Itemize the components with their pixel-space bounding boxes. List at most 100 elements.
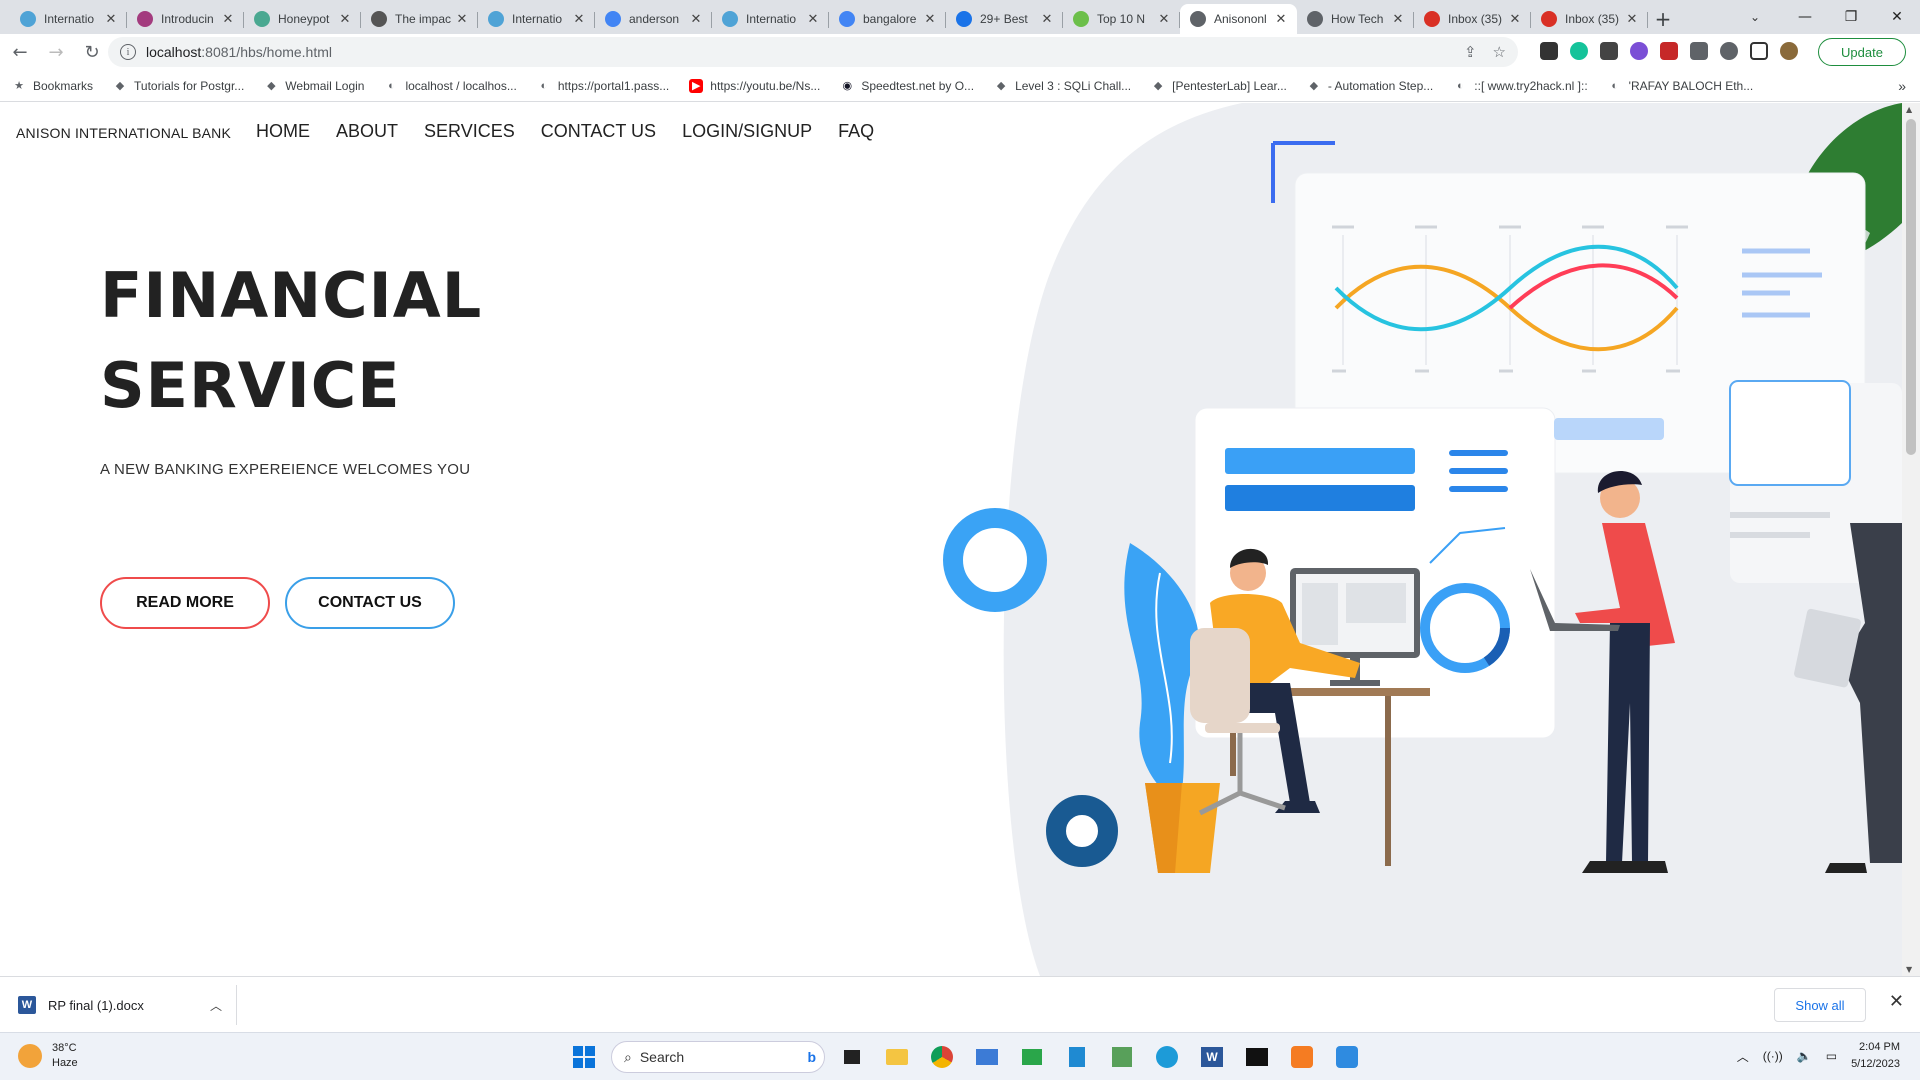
tab-close-icon[interactable]: ✕: [1039, 12, 1055, 27]
bookmark-item[interactable]: ◆ Webmail Login: [264, 79, 364, 93]
nav-services[interactable]: SERVICES: [424, 121, 515, 142]
edge-icon[interactable]: [1149, 1039, 1185, 1075]
download-item[interactable]: W RP final (1).docx ︿: [18, 987, 232, 1023]
reload-icon[interactable]: ↻: [76, 36, 108, 68]
bookmark-item[interactable]: ◆ Tutorials for Postgr...: [113, 79, 245, 93]
browser-tab[interactable]: Inbox (35) ✕: [1531, 4, 1648, 34]
browser-tab[interactable]: anderson ✕: [595, 4, 712, 34]
file-explorer-icon[interactable]: [879, 1039, 915, 1075]
tab-close-icon[interactable]: ✕: [220, 12, 236, 27]
minimize-icon[interactable]: —: [1782, 0, 1828, 34]
scroll-down-icon[interactable]: ▼: [1906, 965, 1912, 974]
extension-icon[interactable]: [1630, 42, 1648, 60]
tab-close-icon[interactable]: ✕: [1624, 12, 1640, 27]
nav-faq[interactable]: FAQ: [838, 121, 874, 142]
notepad-icon[interactable]: [1059, 1039, 1095, 1075]
forward-icon[interactable]: →: [40, 36, 72, 68]
clock[interactable]: 2:04 PM 5/12/2023: [1851, 1039, 1900, 1073]
browser-tab[interactable]: 29+ Best ✕: [946, 4, 1063, 34]
extension-icon[interactable]: [1720, 42, 1738, 60]
contact-us-button[interactable]: CONTACT US: [285, 577, 455, 629]
nav-contact[interactable]: CONTACT US: [541, 121, 656, 142]
nav-home[interactable]: HOME: [256, 121, 310, 142]
side-panel-icon[interactable]: [1750, 42, 1768, 60]
tab-close-icon[interactable]: ✕: [805, 12, 821, 27]
read-more-button[interactable]: READ MORE: [100, 577, 270, 629]
browser-tab[interactable]: Internatio ✕: [10, 4, 127, 34]
nav-about[interactable]: ABOUT: [336, 121, 398, 142]
address-url[interactable]: localhost:8081/hbs/home.html: [146, 44, 332, 60]
nav-login-signup[interactable]: LOGIN/SIGNUP: [682, 121, 812, 142]
windows-start-icon[interactable]: [566, 1039, 602, 1075]
tab-close-icon[interactable]: ✕: [1273, 12, 1289, 27]
tab-close-icon[interactable]: ✕: [922, 12, 938, 27]
bookmark-item[interactable]: ◐::[ www.try2hack.nl ]::: [1453, 79, 1588, 93]
extension-icon[interactable]: [1600, 42, 1618, 60]
puzzle-icon[interactable]: [1690, 42, 1708, 60]
grammarly-icon[interactable]: [1570, 42, 1588, 60]
site-info-icon[interactable]: i: [120, 44, 136, 60]
wifi-icon[interactable]: ((·)): [1763, 1049, 1783, 1063]
update-button[interactable]: Update: [1818, 38, 1906, 66]
extension-icon[interactable]: [1540, 42, 1558, 60]
bookmark-item[interactable]: ◆ Level 3 : SQLi Chall...: [994, 79, 1131, 93]
scrollbar-thumb[interactable]: [1906, 119, 1916, 455]
browser-tab[interactable]: Internatio ✕: [478, 4, 595, 34]
xampp-icon[interactable]: [1284, 1039, 1320, 1075]
bookmark-item[interactable]: ◉ Speedtest.net by O...: [840, 79, 975, 93]
browser-tab[interactable]: Internatio ✕: [712, 4, 829, 34]
tab-close-icon[interactable]: ✕: [454, 12, 470, 27]
browser-tab[interactable]: The impac ✕: [361, 4, 478, 34]
address-bar[interactable]: i localhost:8081/hbs/home.html ⇪ ☆: [108, 37, 1518, 67]
spreadsheet-app-icon[interactable]: [1104, 1039, 1140, 1075]
terminal-icon[interactable]: [1239, 1039, 1275, 1075]
scroll-up-icon[interactable]: ▲: [1906, 105, 1912, 114]
bookmark-item[interactable]: ★ Bookmarks: [12, 79, 93, 93]
close-window-icon[interactable]: ✕: [1874, 0, 1920, 34]
tab-close-icon[interactable]: ✕: [103, 12, 119, 27]
avatar[interactable]: [1780, 42, 1798, 60]
battery-icon[interactable]: ▭: [1826, 1049, 1837, 1063]
chrome-icon[interactable]: [924, 1039, 960, 1075]
restore-icon[interactable]: ❐: [1828, 0, 1874, 34]
bookmarks-overflow-icon[interactable]: »: [1898, 78, 1906, 94]
paint-app-icon[interactable]: [1329, 1039, 1365, 1075]
back-icon[interactable]: ←: [4, 36, 36, 68]
bookmark-item[interactable]: ◐ localhost / localhos...: [384, 79, 517, 93]
close-shelf-icon[interactable]: ✕: [1889, 991, 1904, 1012]
site-brand[interactable]: ANISON INTERNATIONAL BANK: [16, 125, 231, 141]
bookmark-item[interactable]: ◐ https://portal1.pass...: [537, 79, 670, 93]
tab-search-icon[interactable]: ⌄: [1740, 0, 1770, 34]
page-scrollbar[interactable]: ▲ ▼: [1902, 103, 1920, 976]
browser-tab[interactable]: Anisononl ✕: [1180, 4, 1297, 34]
bookmark-star-icon[interactable]: ☆: [1493, 43, 1506, 61]
volume-icon[interactable]: 🔈: [1797, 1049, 1812, 1063]
taskbar-search[interactable]: ⌕ Search b: [611, 1041, 825, 1073]
tab-close-icon[interactable]: ✕: [337, 12, 353, 27]
bookmark-item[interactable]: ◐ 'RAFAY BALOCH Eth...: [1608, 79, 1753, 93]
browser-tab[interactable]: Honeypot ✕: [244, 4, 361, 34]
chevron-up-icon[interactable]: ︿: [1737, 1048, 1749, 1065]
share-icon[interactable]: ⇪: [1464, 43, 1477, 61]
weather-widget[interactable]: 38°C Haze: [18, 1041, 78, 1071]
tab-close-icon[interactable]: ✕: [688, 12, 704, 27]
browser-tab[interactable]: Introducin ✕: [127, 4, 244, 34]
bookmark-item[interactable]: ◆ [PentesterLab] Lear...: [1151, 79, 1287, 93]
browser-tab[interactable]: How Tech ✕: [1297, 4, 1414, 34]
browser-tab[interactable]: bangalore ✕: [829, 4, 946, 34]
task-view-icon[interactable]: [834, 1039, 870, 1075]
browser-tab[interactable]: Top 10 N ✕: [1063, 4, 1180, 34]
media-player-icon[interactable]: [1014, 1039, 1050, 1075]
monitor-app-icon[interactable]: [969, 1039, 1005, 1075]
tab-close-icon[interactable]: ✕: [1507, 12, 1523, 27]
bookmark-item[interactable]: ◆ - Automation Step...: [1307, 79, 1434, 93]
ublock-icon[interactable]: [1660, 42, 1678, 60]
tab-close-icon[interactable]: ✕: [1390, 12, 1406, 27]
tab-close-icon[interactable]: ✕: [1156, 12, 1172, 27]
bookmark-item[interactable]: ▶ https://youtu.be/Ns...: [689, 78, 820, 93]
word-icon[interactable]: W: [1194, 1039, 1230, 1075]
new-tab-button[interactable]: +: [1648, 4, 1678, 34]
browser-tab[interactable]: Inbox (35) ✕: [1414, 4, 1531, 34]
show-all-button[interactable]: Show all: [1774, 988, 1866, 1022]
chevron-up-icon[interactable]: ︿: [210, 997, 222, 1014]
